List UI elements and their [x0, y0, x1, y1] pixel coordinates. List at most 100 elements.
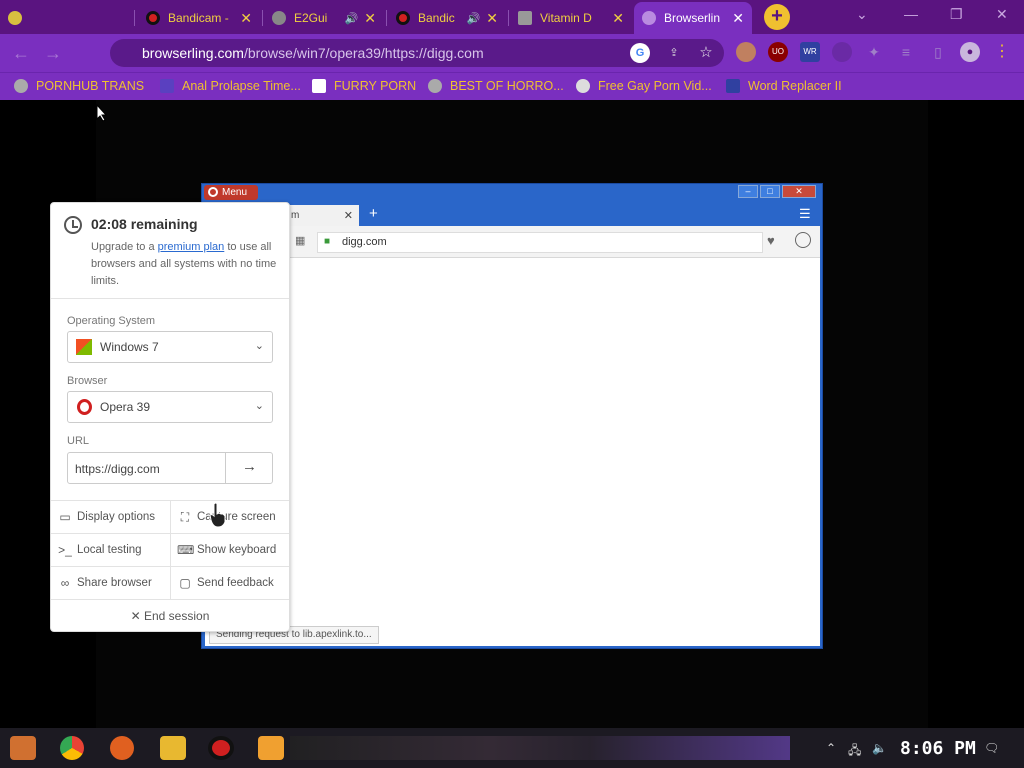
- firefox-taskbar-icon[interactable]: [110, 736, 134, 760]
- browser-tabstrip: Bandicam - ✕ E2Gui 🔊 ✕ Bandic 🔊 ✕ Vitami…: [0, 0, 1024, 34]
- opera-maximize-button[interactable]: □: [760, 185, 780, 198]
- address-bar[interactable]: browserling.com/browse/win7/opera39/http…: [110, 39, 724, 67]
- close-icon: ✕: [130, 609, 144, 623]
- opera-addressrow: ▦ ■ digg.com ♥: [205, 226, 820, 258]
- tab-bandicam-2[interactable]: Bandic 🔊 ✕: [388, 2, 506, 34]
- send-feedback-button[interactable]: ▢ Send feedback: [170, 567, 289, 600]
- taskbar-clock[interactable]: 8:06 PM: [900, 738, 976, 759]
- star-icon[interactable]: ☆: [696, 43, 716, 63]
- action-label: Share browser: [77, 577, 152, 589]
- account-icon[interactable]: [795, 232, 811, 248]
- upgrade-text: Upgrade to a premium plan to use all bro…: [91, 239, 281, 290]
- close-icon[interactable]: ✕: [612, 10, 624, 27]
- browser-toolbar: ← → browserling.com/browse/win7/opera39/…: [0, 34, 1024, 72]
- tab-vitamin-d[interactable]: Vitamin D ✕: [510, 2, 632, 34]
- notifications-icon[interactable]: 🗨: [984, 741, 999, 755]
- ublock-icon[interactable]: UO: [768, 42, 788, 62]
- restore-icon[interactable]: ❐: [950, 6, 963, 23]
- tab-search-icon[interactable]: ⌄: [856, 6, 868, 23]
- bookmark-item[interactable]: Free Gay Porn Vid...: [576, 79, 712, 93]
- close-icon[interactable]: ✕: [364, 10, 376, 27]
- opera-close-button[interactable]: ✕: [782, 185, 816, 198]
- opera-menu-button[interactable]: Menu: [204, 185, 258, 200]
- close-icon[interactable]: ✕: [344, 209, 353, 222]
- premium-plan-link[interactable]: premium plan: [158, 241, 225, 253]
- file-explorer-icon[interactable]: [160, 736, 186, 760]
- heart-icon[interactable]: ♥: [767, 233, 775, 248]
- speaker-icon[interactable]: 🔊: [345, 12, 359, 25]
- media-player-icon[interactable]: [258, 736, 284, 760]
- bookmark-label: FURRY PORN: [334, 79, 417, 93]
- capture-screen-button[interactable]: ⛶ Capture screen: [170, 501, 289, 534]
- new-tab-button[interactable]: +: [764, 4, 790, 30]
- monitor-icon: ▭: [59, 510, 71, 524]
- extension-icon[interactable]: [832, 42, 852, 62]
- video-icon: [518, 11, 532, 25]
- bandicam-taskbar-icon[interactable]: [208, 736, 234, 760]
- forward-icon[interactable]: →: [44, 43, 62, 64]
- profile-icon[interactable]: ●: [960, 42, 980, 62]
- os-label: Operating System: [67, 315, 156, 327]
- back-icon[interactable]: ←: [12, 43, 30, 64]
- browser-label: Browser: [67, 375, 108, 387]
- reading-list-icon[interactable]: ≡: [896, 42, 916, 62]
- network-icon[interactable]: 🖧: [848, 741, 861, 762]
- chevron-down-icon: ⌄: [254, 400, 264, 412]
- opera-address-field[interactable]: ■ digg.com: [317, 232, 763, 253]
- display-options-button[interactable]: ▭ Display options: [51, 501, 170, 534]
- puzzle-icon[interactable]: ✦: [864, 42, 884, 62]
- action-label: Display options: [77, 511, 155, 523]
- action-label: End session: [144, 609, 210, 623]
- opera-tabs-menu-icon[interactable]: ☰: [799, 206, 811, 222]
- close-window-icon[interactable]: ✕: [996, 6, 1008, 23]
- extension-avatar-icon[interactable]: [736, 42, 756, 62]
- bookmark-item[interactable]: Anal Prolapse Time...: [160, 79, 301, 93]
- bookmark-site-icon: [160, 79, 174, 93]
- chrome-taskbar-icon[interactable]: [60, 736, 84, 760]
- comment-icon: ▢: [179, 576, 191, 590]
- chrome-icon: [8, 11, 22, 25]
- show-keyboard-button[interactable]: ⌨ Show keyboard: [170, 534, 289, 567]
- bookmark-site-icon: [576, 79, 590, 93]
- close-icon[interactable]: ✕: [732, 10, 744, 27]
- opera-new-tab-icon[interactable]: +: [369, 205, 378, 222]
- tab-browserling[interactable]: Browserlin ✕: [634, 2, 752, 34]
- go-arrow-button[interactable]: →: [225, 452, 273, 484]
- tab-avatar[interactable]: [0, 2, 50, 34]
- start-button[interactable]: [10, 736, 36, 760]
- opera-minimize-button[interactable]: –: [738, 185, 758, 198]
- end-session-button[interactable]: ✕ End session: [51, 600, 289, 633]
- side-panel-icon[interactable]: ▯: [928, 42, 948, 62]
- menu-dots-icon[interactable]: ⋮: [992, 42, 1012, 62]
- e2gui-icon: [272, 11, 286, 25]
- word-replacer-icon: [726, 79, 740, 93]
- tray-chevron-icon[interactable]: ⌃: [826, 741, 836, 755]
- tab-label: Bandic: [418, 11, 455, 25]
- bookmark-item[interactable]: Word Replacer II: [726, 79, 842, 93]
- browser-select[interactable]: Opera 39 ⌄: [67, 391, 273, 423]
- keyboard-icon: ⌨: [177, 543, 195, 557]
- tab-bandicam-1[interactable]: Bandicam - ✕: [138, 2, 260, 34]
- speaker-icon[interactable]: 🔊: [467, 12, 481, 25]
- opera-page-content[interactable]: Sending request to lib.apexlink.to...: [205, 258, 820, 646]
- os-select[interactable]: Windows 7 ⌄: [67, 331, 273, 363]
- minimize-icon[interactable]: —: [904, 6, 918, 22]
- share-icon[interactable]: ⇪: [664, 43, 684, 63]
- bookmark-label: BEST OF HORRO...: [450, 79, 564, 93]
- taskbar-wallpaper-strip: [290, 736, 790, 760]
- close-icon[interactable]: ✕: [486, 10, 498, 27]
- link-icon: ∞: [60, 576, 70, 590]
- opera-tab[interactable]: m ✕: [285, 205, 359, 226]
- word-replacer-icon[interactable]: WR: [800, 42, 820, 62]
- share-browser-button[interactable]: ∞ Share browser: [51, 567, 170, 600]
- bookmark-item[interactable]: PORNHUB TRANS: [14, 79, 144, 93]
- volume-icon[interactable]: 🔈: [872, 741, 887, 755]
- local-testing-button[interactable]: >_ Local testing: [51, 534, 170, 567]
- bookmark-item[interactable]: BEST OF HORRO...: [428, 79, 564, 93]
- globe-icon: [428, 79, 442, 93]
- google-icon[interactable]: G: [630, 43, 650, 63]
- tab-e2gui[interactable]: E2Gui 🔊 ✕: [264, 2, 384, 34]
- speed-dial-icon[interactable]: ▦: [295, 234, 305, 247]
- close-icon[interactable]: ✕: [240, 10, 252, 27]
- bookmark-item[interactable]: FURRY PORN: [312, 79, 416, 93]
